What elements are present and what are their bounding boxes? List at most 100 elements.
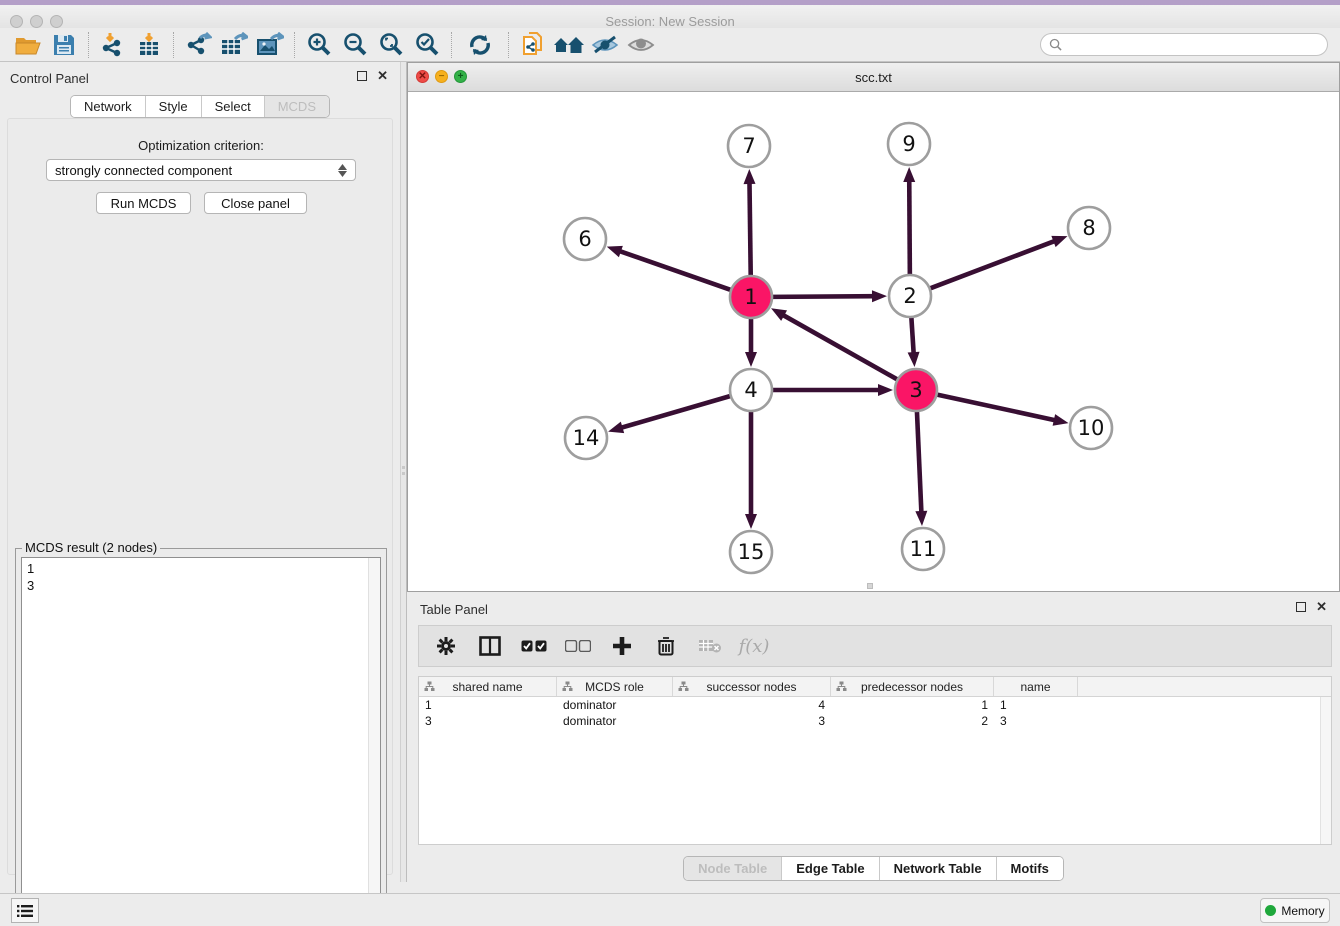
memory-button[interactable]: Memory [1260,898,1330,923]
cell[interactable]: 4 [673,697,831,713]
function-builder-button[interactable]: f(x) [739,633,769,659]
edge-4-3[interactable] [772,384,893,396]
cell[interactable]: 1 [831,697,994,713]
delete-column-button[interactable] [651,633,681,659]
mcds-result-area[interactable]: 1 3 [21,557,381,919]
node-7[interactable]: 7 [728,125,770,167]
cell[interactable]: dominator [557,713,673,729]
table-row[interactable]: 1dominator411 [419,697,1331,713]
vertical-splitter[interactable] [400,62,407,882]
node-10[interactable]: 10 [1070,407,1112,449]
node-8[interactable]: 8 [1068,207,1110,249]
tab-mcds[interactable]: MCDS [264,96,329,117]
toolbar-separator [173,32,174,58]
export-network-button[interactable] [180,30,216,60]
unselect-all-columns-button[interactable] [563,633,593,659]
table-tab-edge-table[interactable]: Edge Table [781,857,878,880]
hide-selected-button[interactable] [587,30,623,60]
table-tab-motifs[interactable]: Motifs [996,857,1063,880]
search-field[interactable] [1040,33,1328,56]
column-header-shared-name[interactable]: shared name [419,677,557,696]
cell[interactable]: 3 [673,713,831,729]
node-2[interactable]: 2 [889,275,931,317]
cell[interactable]: dominator [557,697,673,713]
edge-4-14[interactable] [608,396,731,433]
node-6[interactable]: 6 [564,218,606,260]
edge-2-8[interactable] [930,236,1068,289]
network-resize-handle[interactable] [867,583,873,589]
edge-3-10[interactable] [937,394,1069,425]
node-table[interactable]: shared nameMCDS rolesuccessor nodesprede… [418,676,1332,845]
duplicate-network-button[interactable] [515,30,551,60]
close-table-panel-icon[interactable]: ✕ [1316,602,1327,612]
edge-2-3[interactable] [908,317,920,367]
show-all-button[interactable] [623,30,659,60]
tab-style[interactable]: Style [145,96,201,117]
tab-network[interactable]: Network [71,96,145,117]
network-window-titlebar[interactable]: ✕ − + scc.txt [408,63,1339,92]
column-header-successor-nodes[interactable]: successor nodes [673,677,831,696]
cell[interactable]: 3 [994,713,1078,729]
node-11[interactable]: 11 [902,528,944,570]
edge-4-15[interactable] [745,411,757,529]
float-panel-icon[interactable] [357,71,367,81]
duplicate-network-icon [520,32,546,58]
close-panel-icon[interactable]: ✕ [377,71,388,81]
close-panel-button[interactable]: Close panel [204,192,307,214]
float-table-panel-icon[interactable] [1296,602,1306,612]
export-table-button[interactable] [216,30,252,60]
export-image-button[interactable] [252,30,288,60]
network-view-window: ✕ − + scc.txt 7 9 6 8 1 2 4 3 14 10 15 11 [407,62,1340,592]
result-scrollbar[interactable] [368,558,380,918]
zoom-in-button[interactable] [301,30,337,60]
column-header-predecessor-nodes[interactable]: predecessor nodes [831,677,994,696]
edge-3-1[interactable] [771,308,898,379]
refresh-button[interactable] [462,30,498,60]
select-all-columns-button[interactable] [519,633,549,659]
node-1[interactable]: 1 [730,276,772,318]
table-settings-button[interactable] [431,633,461,659]
node-15[interactable]: 15 [730,531,772,573]
table-row[interactable]: 3dominator323 [419,713,1331,729]
delete-table-button[interactable] [695,633,725,659]
zoom-selected-button[interactable] [409,30,445,60]
table-body: 1dominator4113dominator323 [419,697,1331,729]
first-neighbors-button[interactable] [551,30,587,60]
search-input[interactable] [1067,38,1327,52]
save-session-button[interactable] [46,30,82,60]
cell[interactable]: 2 [831,713,994,729]
table-scrollbar[interactable] [1320,697,1331,844]
criterion-select[interactable]: strongly connected component [46,159,356,181]
table-tab-node-table[interactable]: Node Table [684,857,781,880]
edge-1-2[interactable] [772,290,887,302]
edge-1-4[interactable] [745,318,757,367]
import-network-button[interactable] [95,30,131,60]
search-icon [1049,38,1062,51]
zoom-out-button[interactable] [337,30,373,60]
tab-select[interactable]: Select [201,96,264,117]
import-table-button[interactable] [131,30,167,60]
toolbar-separator [508,32,509,58]
edge-1-7[interactable] [744,169,756,276]
node-4[interactable]: 4 [730,369,772,411]
run-mcds-button[interactable]: Run MCDS [96,192,191,214]
edge-2-9[interactable] [903,167,915,275]
task-history-button[interactable] [11,898,39,923]
column-header-name[interactable]: name [994,677,1078,696]
edge-3-11[interactable] [915,411,927,526]
node-3[interactable]: 3 [895,369,937,411]
edge-1-6[interactable] [607,246,731,290]
node-9[interactable]: 9 [888,123,930,165]
column-header-MCDS-role[interactable]: MCDS role [557,677,673,696]
node-14[interactable]: 14 [565,417,607,459]
cell[interactable]: 1 [419,697,557,713]
mcds-result-text: 1 3 [27,560,34,594]
cell[interactable]: 3 [419,713,557,729]
network-canvas[interactable]: 7 9 6 8 1 2 4 3 14 10 15 11 [408,92,1339,591]
zoom-fit-button[interactable] [373,30,409,60]
table-tab-network-table[interactable]: Network Table [879,857,996,880]
open-file-button[interactable] [10,30,46,60]
add-column-button[interactable] [607,633,637,659]
cell[interactable]: 1 [994,697,1078,713]
split-view-button[interactable] [475,633,505,659]
